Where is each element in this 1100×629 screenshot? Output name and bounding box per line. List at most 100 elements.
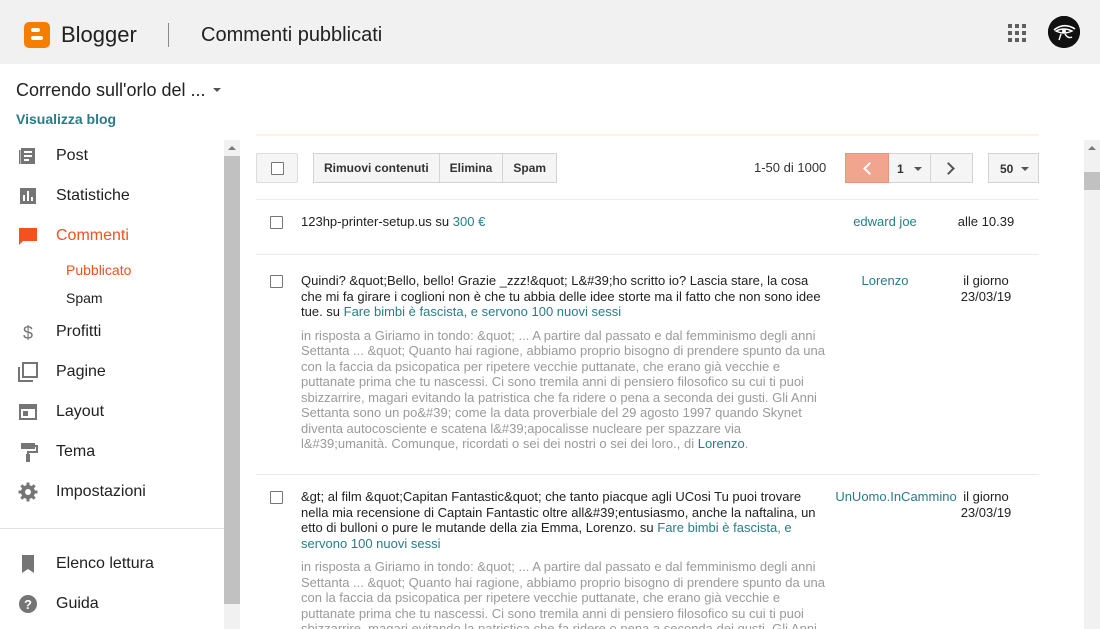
comment-post-link[interactable]: Fare bimbi è fascista, e servono 100 nuo…: [344, 304, 621, 319]
sidebar-item-post[interactable]: Post: [0, 140, 224, 172]
chevron-right-icon: [942, 162, 955, 175]
comment-checkbox[interactable]: [270, 491, 283, 504]
sidebar-item-label: Post: [56, 147, 89, 164]
comment-time: il giorno 23/03/19: [960, 489, 1012, 520]
sidebar-item-profitti[interactable]: $ Profitti: [0, 316, 224, 348]
sidebar-subitem-spam[interactable]: Spam: [66, 290, 103, 306]
pagination: 1: [845, 153, 973, 183]
next-page-button[interactable]: [931, 153, 973, 183]
reply-text: in risposta a Giriamo in tondo: &quot; .…: [301, 559, 825, 629]
previous-page-button[interactable]: [845, 153, 889, 183]
main-scrollbar[interactable]: [1084, 140, 1100, 629]
comment-row: &gt; al film &quot;Capitan Fantastic&quo…: [256, 489, 1039, 629]
sidebar-item-statistiche[interactable]: Statistiche: [0, 180, 224, 212]
results-range: 1-50 di 1000: [754, 160, 827, 175]
sidebar-item-label: Layout: [56, 403, 105, 420]
blog-selector[interactable]: Correndo sull'orlo del ...: [16, 80, 206, 101]
chevron-down-icon: [1021, 167, 1029, 171]
chevron-left-icon: [863, 162, 876, 175]
delete-button[interactable]: Elimina: [439, 153, 504, 183]
page-select[interactable]: 1: [889, 153, 931, 183]
sidebar-item-layout[interactable]: Layout: [0, 396, 224, 428]
chevron-down-icon[interactable]: [213, 88, 221, 92]
scroll-up-icon[interactable]: [228, 146, 236, 150]
comment-reply-context: in risposta a Giriamo in tondo: &quot; .…: [301, 559, 831, 629]
page-number: 1: [897, 162, 904, 176]
reply-author-link[interactable]: Lorenzo: [698, 436, 745, 451]
pages-icon: [18, 362, 38, 382]
spam-button[interactable]: Spam: [503, 153, 558, 183]
select-all-checkbox[interactable]: [256, 153, 298, 183]
stats-icon: [20, 188, 36, 204]
sidebar-item-label: Commenti: [56, 227, 129, 244]
sidebar-item-label: Pagine: [56, 363, 106, 380]
action-buttons: Rimuovi contenuti Elimina Spam: [313, 153, 558, 183]
per-page-select[interactable]: 50: [988, 153, 1039, 183]
row-divider: [256, 254, 1039, 255]
sidebar-item-label: Guida: [56, 595, 99, 612]
sidebar-item-label: Statistiche: [56, 187, 130, 204]
comments-panel: Rimuovi contenuti Elimina Spam 1-50 di 1…: [240, 128, 1084, 629]
comment-author-link[interactable]: edward joe: [835, 214, 935, 229]
comment-time: il giorno 23/03/19: [960, 273, 1012, 304]
scroll-up-icon[interactable]: [1088, 146, 1096, 150]
sidebar-subitem-pubblicato[interactable]: Pubblicato: [66, 262, 131, 278]
sidebar-scrollbar[interactable]: [224, 140, 240, 629]
comment-author-link[interactable]: Lorenzo: [835, 273, 935, 288]
comment-reply-context: in risposta a Giriamo in tondo: &quot; .…: [301, 327, 825, 452]
sidebar-item-impostazioni[interactable]: Impostazioni: [0, 476, 224, 508]
comment-row: 123hp-printer-setup.us su 300 € edward j…: [256, 214, 1039, 254]
dollar-icon: $: [23, 323, 33, 342]
row-divider: [256, 474, 1039, 475]
apps-grid-icon[interactable]: [1008, 24, 1026, 42]
eye-of-horus-icon: [1048, 16, 1080, 48]
avatar[interactable]: [1048, 16, 1080, 48]
comment-content: Quindi? &quot;Bello, bello! Grazie _zzz!…: [301, 273, 831, 452]
scrollbar-thumb[interactable]: [1084, 172, 1100, 190]
comments-toolbar: Rimuovi contenuti Elimina Spam 1-50 di 1…: [256, 153, 1039, 183]
sidebar-item-label: Tema: [56, 443, 96, 460]
reply-text: in risposta a Giriamo in tondo: &quot; .…: [301, 327, 825, 452]
paint-roller-icon: [21, 443, 38, 462]
comment-content: &gt; al film &quot;Capitan Fantastic&quo…: [301, 489, 831, 629]
comment-post-link[interactable]: 300 €: [453, 214, 486, 229]
gear-icon: [18, 482, 38, 502]
sidebar-item-label: Impostazioni: [56, 483, 146, 500]
per-page-value: 50: [1000, 162, 1014, 176]
sidebar-item-label: Profitti: [56, 323, 102, 340]
layout-icon: [19, 404, 37, 420]
sidebar-item-guida[interactable]: ? Guida: [0, 588, 224, 620]
comment-time: alle 10.39: [957, 214, 1015, 229]
sidebar-item-elenco-lettura[interactable]: Elenco lettura: [0, 548, 224, 580]
page-title: Commenti pubblicati: [201, 24, 383, 46]
chevron-down-icon: [914, 167, 922, 171]
sidebar-item-label: Elenco lettura: [56, 555, 154, 572]
sidebar-item-pagine[interactable]: Pagine: [0, 356, 224, 388]
comment-author-link[interactable]: UnUomo.InCammino: [831, 489, 961, 504]
svg-text:?: ?: [24, 597, 32, 612]
comments-icon: [19, 228, 37, 245]
comment-checkbox[interactable]: [270, 275, 283, 288]
brand-name[interactable]: Blogger: [61, 22, 137, 48]
scrollbar-thumb[interactable]: [224, 156, 240, 604]
top-bar: Blogger Commenti pubblicati: [0, 0, 1100, 64]
row-divider: [256, 199, 1039, 200]
sidebar-divider: [0, 528, 224, 529]
header-divider: [168, 23, 169, 47]
comment-text: 123hp-printer-setup.us su: [301, 214, 453, 229]
notice-divider: [256, 134, 1039, 136]
post-icon: [19, 148, 35, 164]
sidebar-item-commenti[interactable]: Commenti: [0, 220, 224, 252]
sidebar: Post Statistiche Commenti Pubblicato Spa…: [0, 140, 224, 629]
sidebar-item-tema[interactable]: Tema: [0, 436, 224, 468]
comment-row: Quindi? &quot;Bello, bello! Grazie _zzz!…: [256, 273, 1039, 473]
blogger-logo-icon[interactable]: [24, 22, 50, 48]
svg-text:$: $: [23, 323, 33, 342]
remove-content-button[interactable]: Rimuovi contenuti: [313, 153, 440, 183]
comment-checkbox[interactable]: [270, 216, 283, 229]
comment-content: 123hp-printer-setup.us su 300 €: [301, 214, 831, 230]
checkbox[interactable]: [271, 162, 284, 175]
bookmark-icon: [22, 555, 34, 573]
help-icon: ?: [19, 595, 37, 613]
view-blog-link[interactable]: Visualizza blog: [16, 111, 116, 127]
